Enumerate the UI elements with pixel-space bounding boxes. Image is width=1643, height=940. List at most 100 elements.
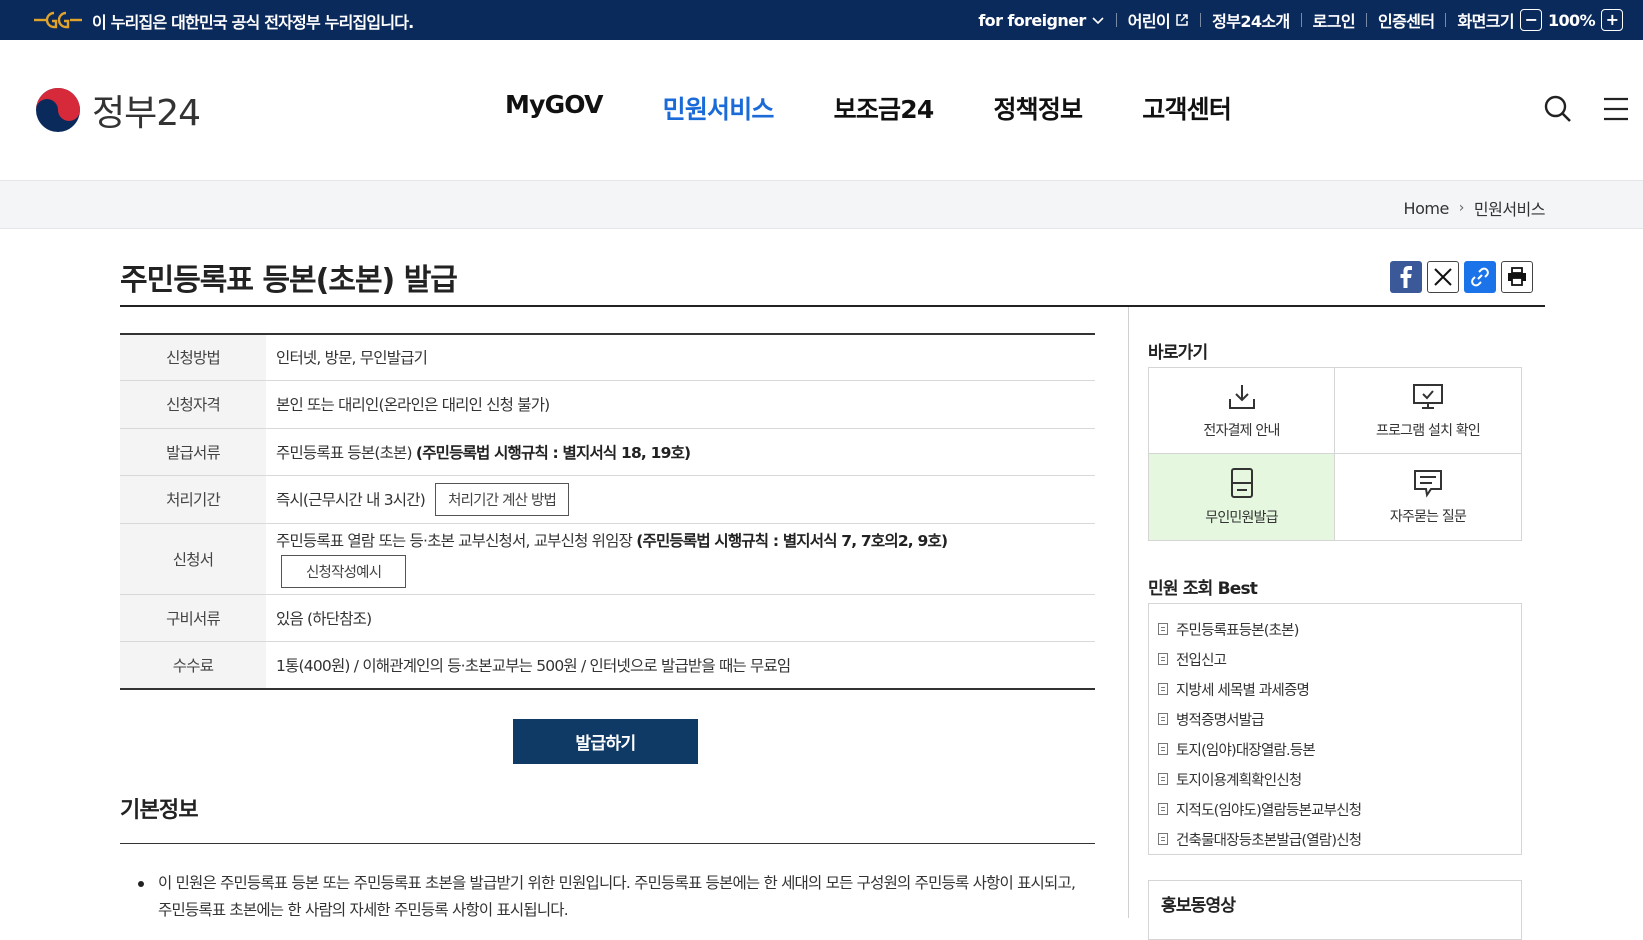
quick-link-program-check[interactable]: 프로그램 설치 확인: [1335, 368, 1521, 454]
screen-size-label: 화면크기: [1457, 12, 1514, 31]
table-row: 구비서류 있음 (하단참조): [120, 594, 1095, 642]
issue-button[interactable]: 발급하기: [513, 719, 698, 764]
document-icon: [1158, 743, 1168, 755]
document-icon: [1158, 833, 1168, 845]
logo-text: 정부24: [92, 93, 201, 134]
document-icon: [1158, 653, 1168, 665]
row-label: 발급서류: [120, 428, 266, 476]
table-row: 신청서 주민등록표 열람 또는 등·초본 교부신청서, 교부신청 위임장 (주민…: [120, 523, 1095, 595]
basic-info-divider: [120, 843, 1095, 844]
breadcrumb-band: Home › 민원서비스: [0, 180, 1643, 229]
table-row: 처리기간 즉시(근무시간 내 3시간) 처리기간 계산 방법: [120, 475, 1095, 524]
list-item-label: 지방세 세목별 과세증명: [1176, 682, 1310, 699]
nav-civil-service[interactable]: 민원서비스: [663, 90, 775, 126]
quick-link-kiosk[interactable]: 무인민원발급: [1149, 454, 1335, 540]
list-item-label: 건축물대장등초본발급(열람)신청: [1176, 832, 1362, 849]
list-item[interactable]: 토지(임야)대장열람.등본: [1158, 734, 1521, 764]
login-link[interactable]: 로그인: [1302, 8, 1366, 32]
cert-center-link[interactable]: 인증센터: [1367, 8, 1445, 32]
row-value: 본인 또는 대리인(온라인은 대리인 신청 불가): [266, 380, 1095, 429]
hamburger-menu-icon[interactable]: [1603, 96, 1629, 122]
kids-link[interactable]: 어린이: [1117, 8, 1200, 32]
kids-label: 어린이: [1127, 12, 1171, 31]
quick-link-label: 프로그램 설치 확인: [1376, 422, 1481, 439]
best-list: 주민등록표등본(초본) 전입신고 지방세 세목별 과세증명 병적증명서발급 토지…: [1148, 603, 1522, 855]
document-icon: [1158, 713, 1168, 725]
nav-customer-center[interactable]: 고객센터: [1142, 90, 1232, 126]
printer-icon: [1508, 267, 1526, 286]
utility-menu: for foreigner 어린이 정부24소개 로그인 인증센터 화면크기 −…: [967, 0, 1623, 40]
quick-links-title: 바로가기: [1148, 343, 1208, 363]
breadcrumb-home[interactable]: Home: [1404, 199, 1450, 218]
chevron-down-icon: [1092, 17, 1104, 25]
login-label: 로그인: [1312, 12, 1356, 31]
list-item[interactable]: 지적도(임야도)열람등본교부신청: [1158, 794, 1521, 824]
foreigner-label: for foreigner: [978, 10, 1086, 30]
basic-info-paragraph: 이 민원은 주민등록표 등본 또는 주민등록표 초본을 발급받기 위한 민원입니…: [158, 874, 1076, 919]
about-label: 정부24소개: [1212, 12, 1290, 31]
print-button[interactable]: [1501, 261, 1533, 293]
gov24-logo[interactable]: 정부24: [34, 84, 201, 136]
main-nav: MyGOV 민원서비스 보조금24 정책정보 고객센터: [505, 90, 1291, 126]
table-row: 발급서류 주민등록표 등본(초본) (주민등록법 시행규칙 : 별지서식 18,…: [120, 428, 1095, 476]
service-info-table: 신청방법 인터넷, 방문, 무인발급기 신청자격 본인 또는 대리인(온라인은 …: [120, 333, 1095, 690]
list-item[interactable]: 지방세 세목별 과세증명: [1158, 674, 1521, 704]
quick-link-label: 무인민원발급: [1205, 510, 1278, 526]
bullet-icon: [138, 881, 144, 887]
document-law: (주민등록법 시행규칙 : 별지서식 18, 19호): [415, 443, 691, 462]
site-header: 정부24 MyGOV 민원서비스 보조금24 정책정보 고객센터: [0, 40, 1643, 180]
about-link[interactable]: 정부24소개: [1201, 8, 1301, 32]
speech-bubble-icon: [1414, 470, 1442, 498]
facebook-icon: [1400, 266, 1412, 288]
row-value: 주민등록표 열람 또는 등·초본 교부신청서, 교부신청 위임장 (주민등록법 …: [266, 523, 1095, 595]
gov-banner: 이 누리집은 대한민국 공식 전자정부 누리집입니다. for foreigne…: [0, 0, 1643, 40]
external-link-icon: [1176, 14, 1188, 26]
taegeuk-logo-icon: [36, 88, 80, 132]
egov-emblem-icon: [34, 11, 82, 29]
nav-subsidy24[interactable]: 보조금24: [834, 90, 935, 126]
nav-policy-info[interactable]: 정책정보: [993, 90, 1083, 126]
sidebar-divider: [1128, 307, 1129, 918]
list-item[interactable]: 주민등록표등본(초본): [1158, 614, 1521, 644]
promo-video-box: 홍보동영상: [1148, 880, 1522, 940]
row-label: 신청방법: [120, 334, 266, 381]
row-value: 인터넷, 방문, 무인발급기: [266, 334, 1095, 381]
list-item[interactable]: 건축물대장등초본발급(열람)신청: [1158, 824, 1521, 854]
quick-link-label: 자주묻는 질문: [1389, 509, 1467, 525]
breadcrumb-current[interactable]: 민원서비스: [1474, 196, 1546, 220]
screen-size-control: 화면크기 − 100% +: [1446, 8, 1623, 32]
facebook-share-button[interactable]: [1390, 261, 1422, 293]
copy-link-button[interactable]: [1464, 261, 1496, 293]
table-row: 수수료 1통(400원) / 이해관계인의 등·초본교부는 500원 / 인터넷…: [120, 641, 1095, 689]
document-name: 주민등록표 등본(초본): [276, 443, 413, 462]
document-icon: [1158, 773, 1168, 785]
foreigner-menu[interactable]: for foreigner: [967, 11, 1115, 30]
period-calc-button[interactable]: 처리기간 계산 방법: [435, 482, 570, 516]
title-divider: [120, 305, 1545, 307]
period-value: 즉시(근무시간 내 3시간): [276, 490, 426, 509]
form-example-button[interactable]: 신청작성예시: [281, 555, 407, 588]
x-share-button[interactable]: [1427, 261, 1459, 293]
row-value: 주민등록표 등본(초본) (주민등록법 시행규칙 : 별지서식 18, 19호): [266, 428, 1095, 476]
breadcrumb: Home › 민원서비스: [1404, 196, 1546, 220]
list-item[interactable]: 병적증명서발급: [1158, 704, 1521, 734]
quick-link-payment[interactable]: 전자결제 안내: [1149, 368, 1335, 454]
best-list-title: 민원 조회 Best: [1148, 579, 1258, 599]
x-logo-icon: [1434, 268, 1452, 286]
list-item[interactable]: 토지이용계획확인신청: [1158, 764, 1521, 794]
nav-mygov[interactable]: MyGOV: [505, 90, 603, 126]
search-icon[interactable]: [1543, 94, 1573, 124]
row-value: 있음 (하단참조): [266, 594, 1095, 642]
list-item[interactable]: 전입신고: [1158, 644, 1521, 674]
table-row: 신청방법 인터넷, 방문, 무인발급기: [120, 334, 1095, 381]
zoom-in-button[interactable]: +: [1601, 9, 1623, 31]
document-icon: [1158, 683, 1168, 695]
list-item-label: 전입신고: [1176, 652, 1227, 669]
row-label: 수수료: [120, 641, 266, 689]
monitor-check-icon: [1413, 383, 1443, 409]
quick-link-faq[interactable]: 자주묻는 질문: [1335, 454, 1521, 540]
form-name: 주민등록표 열람 또는 등·초본 교부신청서, 교부신청 위임장: [276, 532, 633, 550]
cert-center-label: 인증센터: [1378, 12, 1435, 31]
row-label: 신청서: [120, 523, 266, 595]
zoom-out-button[interactable]: −: [1519, 9, 1542, 31]
